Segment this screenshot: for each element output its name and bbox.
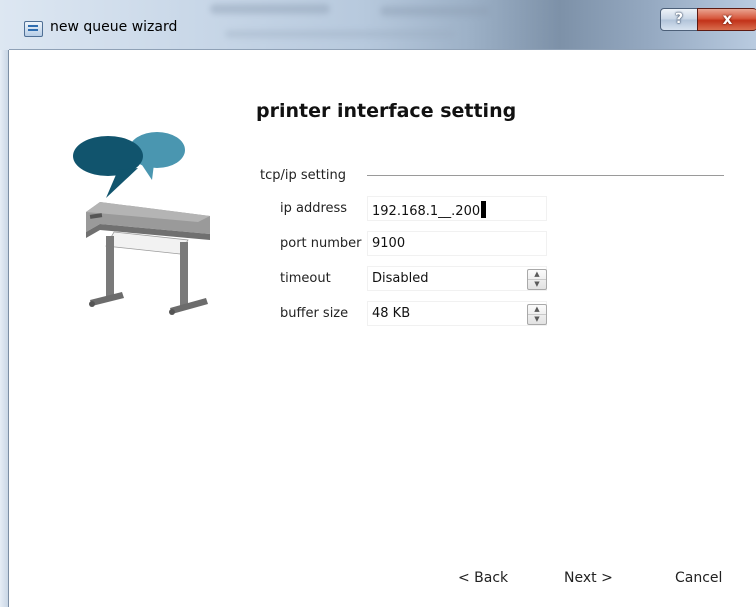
- buffer-size-spinner[interactable]: ▲ ▼: [527, 304, 547, 325]
- port-number-value: 9100: [372, 236, 406, 251]
- port-number-label: port number: [280, 236, 362, 251]
- group-divider: [367, 175, 724, 176]
- printer-icon: [86, 202, 210, 315]
- background-blur: [210, 4, 330, 14]
- text-caret: [481, 201, 487, 218]
- window-title: new queue wizard: [50, 19, 178, 35]
- help-button[interactable]: ?: [660, 8, 698, 31]
- next-button[interactable]: Next >: [564, 570, 613, 586]
- buffer-size-label: buffer size: [280, 306, 349, 321]
- spin-up-arrow-icon[interactable]: ▲: [528, 305, 546, 315]
- group-label: tcp/ip setting: [260, 168, 352, 183]
- ip-address-value: 192.168.1__.200: [372, 201, 487, 219]
- timeout-spinner[interactable]: ▲ ▼: [527, 269, 547, 290]
- ip-address-input[interactable]: 192.168.1__.200: [367, 196, 547, 221]
- buffer-size-value: 48 KB: [372, 306, 411, 321]
- page-title: printer interface setting: [256, 100, 517, 122]
- timeout-value: Disabled: [372, 271, 429, 286]
- buffer-size-spinbox[interactable]: 48 KB: [367, 301, 547, 326]
- timeout-label: timeout: [280, 271, 331, 286]
- spin-up-arrow-icon[interactable]: ▲: [528, 270, 546, 280]
- speech-bubble-dark-icon: [73, 136, 143, 198]
- title-bar[interactable]: new queue wizard ? x: [0, 0, 756, 50]
- spin-down-arrow-icon[interactable]: ▼: [528, 280, 546, 289]
- ip-address-label: ip address: [280, 201, 348, 216]
- timeout-spinbox[interactable]: Disabled: [367, 266, 547, 291]
- window-frame-left: [0, 50, 9, 607]
- port-number-input[interactable]: 9100: [367, 231, 547, 256]
- back-button[interactable]: < Back: [458, 570, 508, 586]
- background-blur: [380, 6, 490, 16]
- printer-illustration: [73, 132, 210, 315]
- app-icon: [24, 21, 43, 37]
- background-blur: [225, 30, 455, 38]
- spin-down-arrow-icon[interactable]: ▼: [528, 315, 546, 324]
- cancel-button[interactable]: Cancel: [675, 570, 722, 586]
- close-button[interactable]: x: [697, 8, 756, 31]
